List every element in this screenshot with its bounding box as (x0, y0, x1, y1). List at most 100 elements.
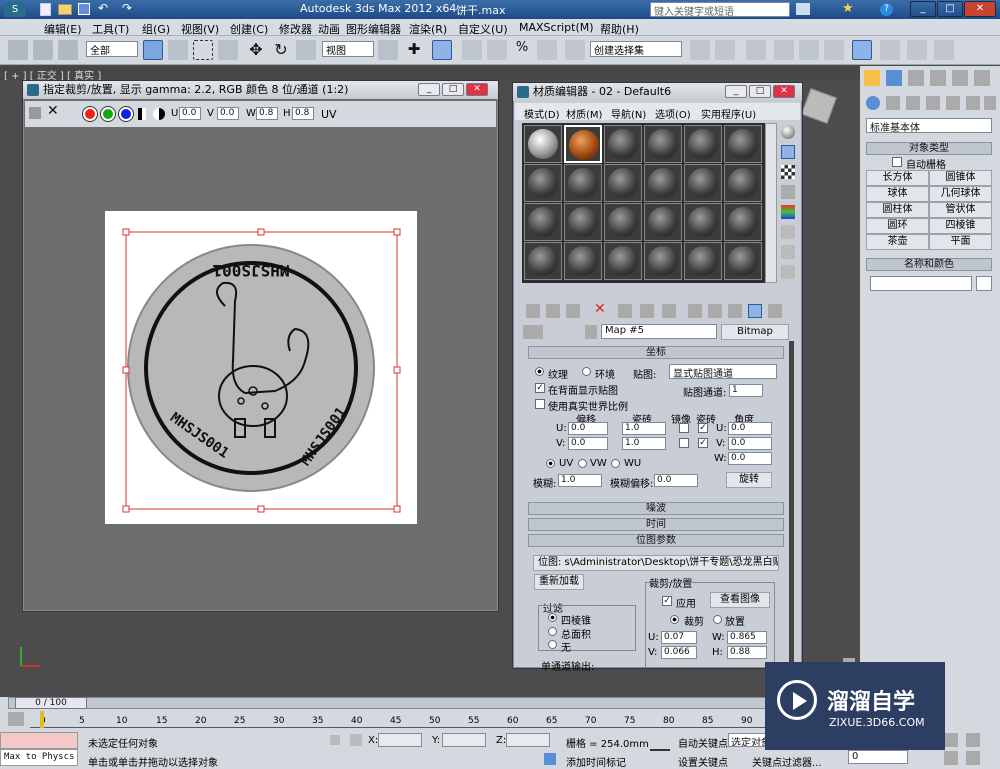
angle-snap-icon[interactable] (487, 40, 507, 60)
reference-coord-dropdown[interactable]: 视图 (322, 41, 374, 57)
u-tiling-field[interactable]: 1.0 (622, 422, 666, 435)
object-category-dropdown[interactable]: 标准基本体 (866, 118, 992, 134)
sphere-button[interactable]: 球体 (866, 186, 929, 202)
v-tiling-field[interactable]: 1.0 (622, 437, 666, 450)
matedit-menu-navigation[interactable]: 导航(N) (611, 106, 646, 121)
align-icon[interactable] (715, 40, 735, 60)
matedit-menu-material[interactable]: 材质(M) (566, 106, 602, 121)
red-channel-icon[interactable] (83, 107, 97, 121)
time-rollout-header[interactable]: 时间 (528, 518, 784, 531)
uv-tiling-icon[interactable] (781, 185, 795, 199)
matedit-menu-mode[interactable]: 模式(D) (524, 106, 560, 121)
schematic-view-icon[interactable] (824, 40, 844, 60)
sample-slot-24[interactable] (724, 242, 762, 280)
u-angle-field[interactable]: 0.0 (728, 422, 772, 435)
set-key-label[interactable]: 设置关键点 (678, 754, 728, 769)
crop-v-field[interactable]: 0.0 (217, 107, 239, 120)
sample-slot-5[interactable] (684, 125, 722, 163)
summed-area-radio[interactable] (548, 627, 557, 636)
crop-minimize-button[interactable]: _ (418, 83, 440, 96)
show-end-result-icon[interactable] (708, 304, 722, 318)
matedit-minimize-button[interactable]: _ (725, 85, 747, 98)
sample-slot-6[interactable] (724, 125, 762, 163)
sample-slot-8[interactable] (564, 164, 602, 202)
lights-icon[interactable] (906, 96, 920, 110)
cone-button[interactable]: 圆锥体 (929, 170, 992, 186)
crop-close-button[interactable]: ✕ (466, 83, 488, 96)
select-by-material-icon[interactable] (781, 265, 795, 279)
new-file-icon[interactable] (40, 3, 51, 16)
alpha-channel-icon[interactable] (138, 108, 146, 120)
go-forward-sibling-icon[interactable] (748, 304, 762, 318)
time-slider[interactable]: 0 / 100 (8, 697, 838, 709)
teapot-button[interactable]: 茶壶 (866, 234, 929, 250)
zoom-icon[interactable] (944, 733, 958, 747)
save-image-icon[interactable] (29, 107, 41, 119)
put-to-scene-icon[interactable] (546, 304, 560, 318)
spacewarps-icon[interactable] (966, 96, 980, 110)
matedit-close-button[interactable]: ✕ (773, 85, 795, 98)
lock-selection-icon[interactable] (330, 735, 340, 745)
crop-handle-br[interactable] (393, 505, 401, 513)
crop-v-value[interactable]: 0.066 (661, 646, 697, 659)
matedit-maximize-button[interactable]: □ (749, 85, 771, 98)
add-time-tag-label[interactable]: 添加时间标记 (566, 754, 626, 769)
assign-material-icon[interactable] (566, 304, 580, 318)
selection-filter-dropdown[interactable]: 全部 (86, 41, 138, 57)
pyramidal-radio[interactable] (548, 613, 557, 622)
percent-snap-icon[interactable]: % (512, 40, 532, 60)
none-radio[interactable] (548, 640, 557, 649)
menu-animation[interactable]: 动画 (318, 21, 340, 37)
menu-customize[interactable]: 自定义(U) (458, 21, 508, 37)
absolute-mode-icon[interactable] (350, 734, 362, 746)
maximize-button[interactable]: □ (937, 1, 963, 17)
menu-tools[interactable]: 工具(T) (92, 21, 129, 37)
sample-slot-7[interactable] (524, 164, 562, 202)
rendered-frame-icon[interactable] (907, 40, 927, 60)
object-name-input[interactable] (870, 276, 972, 291)
object-type-rollout-header[interactable]: 对象类型 (866, 142, 992, 155)
bind-space-warp-icon[interactable] (58, 40, 78, 60)
window-crossing-icon[interactable] (218, 40, 238, 60)
v-offset-field[interactable]: 0.0 (568, 437, 608, 450)
eyedropper-icon[interactable] (585, 325, 597, 339)
viewport-label[interactable]: [ + ] [ 正交 ] [ 真实 ] (0, 66, 860, 82)
w-angle-field[interactable]: 0.0 (728, 452, 772, 465)
map-channel-field[interactable]: 1 (729, 384, 763, 397)
sample-slot-12[interactable] (724, 164, 762, 202)
crop-handle-tl[interactable] (122, 228, 130, 236)
menu-create[interactable]: 创建(C) (230, 21, 268, 37)
render-setup-icon[interactable] (880, 40, 900, 60)
crop-handle-tr[interactable] (393, 228, 401, 236)
snap-3d-icon[interactable] (462, 40, 482, 60)
z-coordinate-field[interactable] (506, 733, 550, 747)
material-id-icon[interactable] (662, 304, 676, 318)
script-listener-box[interactable] (0, 732, 78, 749)
view-image-button[interactable]: 查看图像 (710, 592, 770, 608)
name-color-rollout-header[interactable]: 名称和颜色 (866, 258, 992, 271)
x-coordinate-field[interactable] (378, 733, 422, 747)
save-icon[interactable] (78, 3, 90, 15)
crop-u-field[interactable]: 0.0 (179, 107, 201, 120)
clear-icon[interactable]: ✕ (47, 103, 59, 119)
image-canvas[interactable]: MHSJS001 MHSJS001 MHSJS001 (105, 211, 417, 524)
wu-radio[interactable] (611, 459, 620, 468)
make-unique-icon[interactable] (618, 304, 632, 318)
pyramid-button[interactable]: 四棱锥 (929, 218, 992, 234)
video-color-check-icon[interactable] (781, 205, 795, 219)
box-button[interactable]: 长方体 (866, 170, 929, 186)
v-angle-field[interactable]: 0.0 (728, 437, 772, 450)
graphite-tools-icon[interactable] (774, 40, 794, 60)
crop-u-value[interactable]: 0.07 (661, 631, 697, 644)
motion-tab-icon[interactable] (930, 70, 946, 86)
create-tab-icon[interactable] (864, 70, 880, 86)
cameras-icon[interactable] (926, 96, 940, 110)
material-editor-icon[interactable] (852, 40, 872, 60)
auto-key-label[interactable]: 自动关键点 (678, 735, 728, 750)
menu-help[interactable]: 帮助(H) (600, 21, 639, 37)
sample-slot-19[interactable] (524, 242, 562, 280)
named-selection-dropdown[interactable]: 创建选择集 (590, 41, 682, 57)
current-frame-field[interactable]: 0 (848, 750, 908, 764)
options-icon[interactable] (781, 245, 795, 259)
make-preview-icon[interactable] (781, 225, 795, 239)
